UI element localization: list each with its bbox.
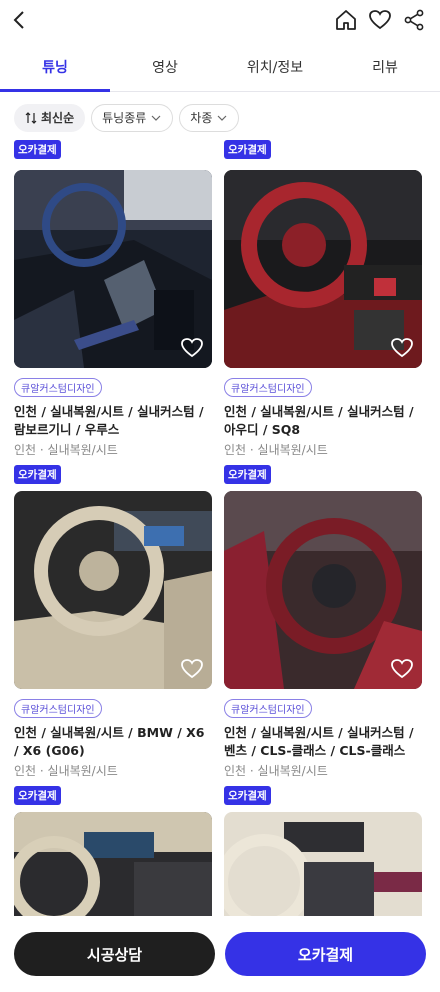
chevron-down-icon bbox=[151, 115, 161, 121]
card-title: 인천 / 실내복원/시트 / 실내커스텀 / 람보르기니 / 우루스 bbox=[14, 404, 204, 437]
heart-icon[interactable] bbox=[368, 8, 392, 32]
tuning-type-filter[interactable]: 튜닝종류 bbox=[91, 104, 174, 132]
car-interior-photo[interactable] bbox=[14, 170, 212, 368]
home-icon[interactable] bbox=[334, 8, 358, 32]
pay-badge: 오카결제 bbox=[14, 786, 61, 805]
car-interior-photo[interactable] bbox=[14, 491, 212, 689]
tuning-grid: 오카결제 오카결제 큐알커스텀디자인 인천 / 실내복원/시트 / 실내커스텀 … bbox=[0, 140, 440, 916]
consult-button[interactable]: 시공상담 bbox=[14, 932, 215, 976]
card-title: 인천 / 실내복원/시트 / BMW / X6 / X6 (G06) bbox=[14, 725, 205, 758]
car-interior-photo[interactable] bbox=[224, 491, 422, 689]
shop-tag: 큐알커스텀디자인 bbox=[14, 378, 102, 397]
card-subtitle: 인천 · 실내복원/시트 bbox=[14, 443, 118, 457]
tuning-card[interactable]: 큐알커스텀디자인 인천 / 실내복원/시트 / BMW / X6 / X6 (G… bbox=[14, 491, 212, 805]
back-icon[interactable] bbox=[8, 8, 32, 32]
tuning-type-label: 튜닝종류 bbox=[102, 111, 147, 125]
car-interior-photo[interactable] bbox=[224, 812, 422, 916]
tab-review[interactable]: 리뷰 bbox=[330, 48, 440, 91]
tuning-card[interactable]: 큐알커스텀디자인 인천 / 실내복원/시트 / 실내커스텀 / 람보르기니 / … bbox=[14, 170, 212, 484]
top-bar bbox=[0, 0, 440, 44]
shop-tag: 큐알커스텀디자인 bbox=[224, 699, 312, 718]
sort-label: 최신순 bbox=[41, 111, 75, 125]
pay-badge: 오카결제 bbox=[14, 465, 61, 484]
favorite-heart-icon[interactable] bbox=[390, 657, 414, 681]
sort-chip[interactable]: 최신순 bbox=[14, 104, 86, 132]
card-subtitle: 인천 · 실내복원/시트 bbox=[224, 443, 328, 457]
pay-badge: 오카결제 bbox=[224, 140, 271, 159]
car-type-filter[interactable]: 차종 bbox=[179, 104, 240, 132]
card-subtitle: 인천 · 실내복원/시트 bbox=[14, 764, 118, 778]
tab-tuning[interactable]: 튜닝 bbox=[0, 48, 110, 92]
filter-bar: 최신순 튜닝종류 차종 bbox=[0, 104, 440, 134]
card-subtitle: 인천 · 실내복원/시트 bbox=[224, 764, 328, 778]
car-interior-photo[interactable] bbox=[14, 812, 212, 916]
photo-image bbox=[14, 812, 212, 916]
favorite-heart-icon[interactable] bbox=[180, 336, 204, 360]
pay-badge: 오카결제 bbox=[224, 786, 271, 805]
pay-badge: 오카결제 bbox=[14, 140, 61, 159]
pay-button[interactable]: 오카결제 bbox=[225, 932, 426, 976]
car-interior-photo[interactable] bbox=[224, 170, 422, 368]
favorite-heart-icon[interactable] bbox=[390, 336, 414, 360]
pay-badge: 오카결제 bbox=[224, 465, 271, 484]
shop-tag: 큐알커스텀디자인 bbox=[14, 699, 102, 718]
favorite-heart-icon[interactable] bbox=[180, 657, 204, 681]
share-icon[interactable] bbox=[402, 8, 426, 32]
car-type-label: 차종 bbox=[190, 111, 213, 125]
photo-image bbox=[224, 812, 422, 916]
card-title: 인천 / 실내복원/시트 / 실내커스텀 / 아우디 / SQ8 bbox=[224, 404, 414, 437]
card-title: 인천 / 실내복원/시트 / 실내커스텀 / 벤츠 / CLS-클래스 / CL… bbox=[224, 725, 414, 758]
tuning-card[interactable] bbox=[14, 812, 212, 916]
tab-bar: 튜닝 영상 위치/정보 리뷰 bbox=[0, 48, 440, 92]
chevron-down-icon bbox=[217, 115, 227, 121]
tuning-card[interactable]: 큐알커스텀디자인 인천 / 실내복원/시트 / 실내커스텀 / 아우디 / SQ… bbox=[224, 170, 422, 484]
bottom-action-bar: 시공상담 오카결제 bbox=[0, 920, 440, 992]
tuning-card[interactable] bbox=[224, 812, 422, 916]
shop-tag: 큐알커스텀디자인 bbox=[224, 378, 312, 397]
tab-location-info[interactable]: 위치/정보 bbox=[220, 48, 330, 91]
tuning-card[interactable]: 큐알커스텀디자인 인천 / 실내복원/시트 / 실내커스텀 / 벤츠 / CLS… bbox=[224, 491, 422, 805]
tab-video[interactable]: 영상 bbox=[110, 48, 220, 91]
sort-icon bbox=[25, 112, 37, 124]
